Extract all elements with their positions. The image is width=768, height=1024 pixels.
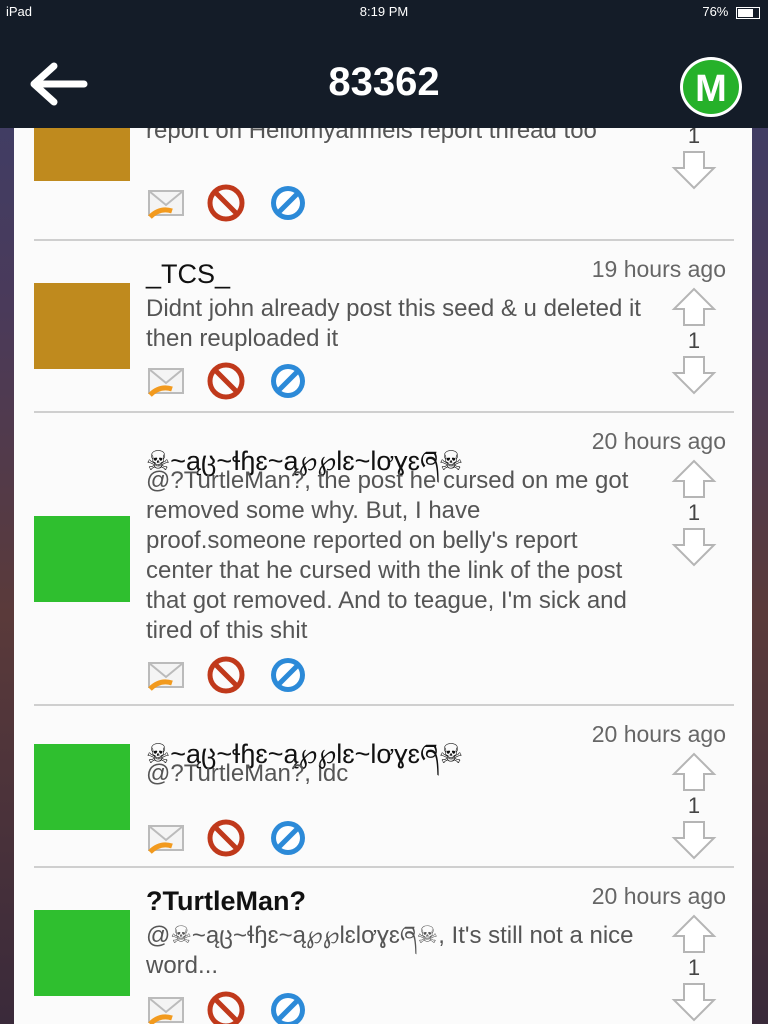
comment-text: @☠~ąც~ɬɧɛ~ą℘℘ƖɛƖơɣɛཞ☠, It's still not a … xyxy=(146,922,634,979)
vote-count: 1 xyxy=(687,128,701,148)
downvote-arrow-icon[interactable] xyxy=(670,820,718,860)
vote-count: 1 xyxy=(687,328,701,353)
comment-text: Didnt john already post this seed & u de… xyxy=(146,295,641,352)
vote-control: 1 xyxy=(670,287,718,395)
timestamp: 20 hours ago xyxy=(591,428,726,454)
timestamp: 20 hours ago xyxy=(591,721,726,747)
timestamp: 19 hours ago xyxy=(591,256,726,282)
divider xyxy=(34,866,734,868)
avatar[interactable] xyxy=(34,910,130,996)
report-icon[interactable] xyxy=(268,655,308,695)
comment-text: @?TurtleMan?, idc xyxy=(146,760,349,787)
upvote-arrow-icon[interactable] xyxy=(670,914,718,954)
vote-count: 1 xyxy=(687,793,701,818)
block-icon[interactable] xyxy=(206,361,246,401)
block-icon[interactable] xyxy=(206,818,246,858)
avatar[interactable] xyxy=(34,128,130,181)
block-icon[interactable] xyxy=(206,183,246,223)
upvote-arrow-icon[interactable] xyxy=(670,752,718,792)
battery-percent: 76% xyxy=(702,4,729,19)
comment-text: report on Hellomyanmeis report thread to… xyxy=(146,128,597,144)
battery-status: 76% xyxy=(702,4,760,19)
timestamp: 20 hours ago xyxy=(591,883,726,909)
report-icon[interactable] xyxy=(268,818,308,858)
username[interactable]: ?TurtleMan? xyxy=(146,886,306,917)
downvote-arrow-icon[interactable] xyxy=(670,150,718,190)
menu-badge-button[interactable]: M xyxy=(680,57,742,117)
reply-envelope-icon[interactable] xyxy=(146,655,186,695)
avatar[interactable] xyxy=(34,516,130,602)
downvote-arrow-icon[interactable] xyxy=(670,527,718,567)
upvote-arrow-icon[interactable] xyxy=(670,287,718,327)
vote-count: 1 xyxy=(687,955,701,980)
block-icon[interactable] xyxy=(206,990,246,1024)
app-header: 83362 M xyxy=(0,22,768,128)
avatar[interactable] xyxy=(34,283,130,369)
vote-count: 1 xyxy=(687,500,701,525)
comments-panel: report on Hellomyanmeis report thread to… xyxy=(14,128,752,1024)
reply-envelope-icon[interactable] xyxy=(146,183,186,223)
vote-control: 1 xyxy=(670,914,718,1022)
status-bar: iPad 8:19 PM 76% xyxy=(0,0,768,22)
reply-envelope-icon[interactable] xyxy=(146,990,186,1024)
vote-control: 1 xyxy=(670,459,718,567)
avatar[interactable] xyxy=(34,744,130,830)
block-icon[interactable] xyxy=(206,655,246,695)
battery-icon xyxy=(736,6,760,19)
divider xyxy=(34,239,734,241)
divider xyxy=(34,704,734,706)
downvote-arrow-icon[interactable] xyxy=(670,355,718,395)
vote-control: 1 xyxy=(670,128,718,190)
divider xyxy=(34,411,734,413)
report-icon[interactable] xyxy=(268,990,308,1024)
reply-envelope-icon[interactable] xyxy=(146,818,186,858)
comment-text: @?TurtleMan?, the post he cursed on me g… xyxy=(146,467,629,644)
report-icon[interactable] xyxy=(268,361,308,401)
vote-control: 1 xyxy=(670,752,718,860)
report-icon[interactable] xyxy=(268,183,308,223)
downvote-arrow-icon[interactable] xyxy=(670,982,718,1022)
username[interactable]: _TCS_ xyxy=(146,259,230,290)
page-title: 83362 xyxy=(328,60,440,104)
reply-envelope-icon[interactable] xyxy=(146,361,186,401)
upvote-arrow-icon[interactable] xyxy=(670,459,718,499)
clock: 8:19 PM xyxy=(359,4,409,19)
